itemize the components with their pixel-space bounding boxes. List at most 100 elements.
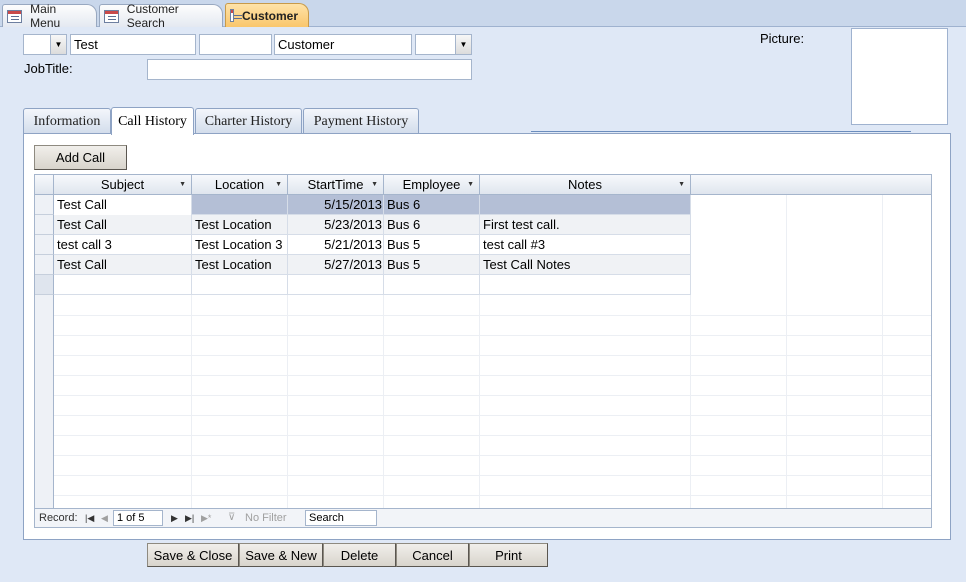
cell-location[interactable] [192, 275, 288, 295]
last-name-field[interactable]: Customer [274, 34, 412, 55]
table-row[interactable]: Test Call 5/15/2013 Bus 6 [35, 195, 691, 215]
last-record-icon[interactable]: ▶| [185, 511, 194, 525]
cell-starttime[interactable]: 5/21/2013 [288, 235, 384, 255]
cell-location[interactable]: Test Location [192, 215, 288, 235]
divider [531, 131, 911, 132]
save-close-button[interactable]: Save & Close [147, 543, 239, 567]
row-selector[interactable] [35, 215, 54, 235]
select-all-corner[interactable] [35, 175, 54, 195]
cell-notes[interactable] [480, 195, 691, 215]
chevron-down-icon[interactable]: ▼ [179, 175, 186, 195]
tab-payment-history[interactable]: Payment History [303, 108, 419, 134]
tab-information[interactable]: Information [23, 108, 111, 134]
doc-tab-main-menu[interactable]: Main Menu [2, 2, 97, 30]
tab-charter-history[interactable]: Charter History [195, 108, 302, 134]
title-combo[interactable]: ▼ [23, 34, 67, 55]
picture-frame[interactable] [851, 28, 948, 125]
cell-notes[interactable]: First test call. [480, 215, 691, 235]
cell-notes[interactable]: Test Call Notes [480, 255, 691, 275]
new-record-row[interactable] [35, 275, 691, 295]
first-name-field[interactable]: Test [70, 34, 196, 55]
grid-line [54, 455, 931, 456]
record-position-input[interactable]: 1 of 5 [113, 510, 163, 526]
delete-button[interactable]: Delete [323, 543, 396, 567]
save-new-button[interactable]: Save & New [239, 543, 323, 567]
suffix-combo[interactable]: ▼ [415, 34, 472, 55]
grid-line [786, 195, 787, 509]
tab-call-history[interactable]: Call History [111, 107, 194, 135]
grid-line [54, 435, 931, 436]
chevron-down-icon[interactable]: ▼ [50, 35, 66, 54]
chevron-down-icon[interactable]: ▼ [455, 35, 471, 54]
row-selector[interactable] [35, 195, 54, 215]
grid-line [54, 415, 931, 416]
cell-location[interactable]: Test Location [192, 255, 288, 275]
cell-subject[interactable]: test call 3 [54, 235, 192, 255]
cell-subject[interactable] [54, 275, 192, 295]
cell-employee[interactable]: Bus 5 [384, 235, 480, 255]
cell-subject[interactable]: Test Call [54, 255, 192, 275]
doc-tab-customer[interactable]: Customer [225, 3, 309, 27]
column-label: StartTime [307, 177, 364, 192]
cell-subject[interactable]: Test Call [54, 195, 192, 215]
print-button[interactable]: Print [469, 543, 548, 567]
cell-starttime[interactable]: 5/23/2013 [288, 215, 384, 235]
jobtitle-field[interactable] [147, 59, 472, 80]
previous-record-icon[interactable]: ◀ [101, 511, 108, 525]
next-record-icon[interactable]: ▶ [171, 511, 178, 525]
table-row[interactable]: Test Call Test Location 5/23/2013 Bus 6 … [35, 215, 691, 235]
filter-icon: ⊽ [228, 512, 236, 523]
grid-line [54, 495, 931, 496]
add-call-button[interactable]: Add Call [34, 145, 127, 170]
cancel-button[interactable]: Cancel [396, 543, 469, 567]
picture-label: Picture: [760, 31, 805, 46]
column-header-notes[interactable]: Notes ▼ [480, 175, 691, 195]
chevron-down-icon[interactable]: ▼ [467, 175, 474, 195]
grid-line [882, 195, 883, 509]
table-row[interactable]: Test Call Test Location 5/27/2013 Bus 5 … [35, 255, 691, 275]
table-row[interactable]: test call 3 Test Location 3 5/21/2013 Bu… [35, 235, 691, 255]
first-record-icon[interactable]: |◀ [85, 511, 94, 525]
chevron-down-icon[interactable]: ▼ [371, 175, 378, 195]
cell-starttime[interactable]: 5/15/2013 [288, 195, 384, 215]
cell-notes[interactable]: test call #3 [480, 235, 691, 255]
chevron-down-icon[interactable]: ▼ [678, 175, 685, 195]
cell-location[interactable] [192, 195, 288, 215]
doc-tab-label: Main Menu [30, 2, 61, 30]
column-label: Location [214, 177, 265, 192]
row-selector[interactable] [35, 255, 54, 275]
cell-location[interactable]: Test Location 3 [192, 235, 288, 255]
no-filter-button[interactable]: No Filter [245, 511, 287, 525]
new-record-icon[interactable]: ▶* [201, 511, 211, 525]
button-label: Cancel [412, 547, 453, 563]
button-label: Print [495, 547, 522, 563]
grid-line [54, 335, 931, 336]
grid-line [54, 475, 931, 476]
middle-name-field[interactable] [199, 34, 272, 55]
jobtitle-label: JobTitle: [24, 61, 73, 76]
cell-employee[interactable]: Bus 6 [384, 195, 480, 215]
cell-starttime[interactable]: 5/27/2013 [288, 255, 384, 275]
grid-line [54, 395, 931, 396]
search-input[interactable]: Search [305, 510, 377, 526]
column-header-employee[interactable]: Employee ▼ [384, 175, 480, 195]
cell-employee[interactable] [384, 275, 480, 295]
column-header-location[interactable]: Location ▼ [192, 175, 288, 195]
cell-subject[interactable]: Test Call [54, 215, 192, 235]
doc-tab-label: Customer [241, 8, 298, 23]
cell-employee[interactable]: Bus 6 [384, 215, 480, 235]
form-icon [230, 9, 242, 22]
column-label: Notes [568, 177, 602, 192]
row-selector[interactable] [35, 275, 54, 295]
cell-notes[interactable] [480, 275, 691, 295]
cell-starttime[interactable] [288, 275, 384, 295]
column-header-starttime[interactable]: StartTime ▼ [288, 175, 384, 195]
doc-tab-customer-search[interactable]: Customer Search [99, 2, 223, 30]
row-selector[interactable] [35, 235, 54, 255]
column-header-subject[interactable]: Subject ▼ [54, 175, 192, 195]
grid-line [54, 375, 931, 376]
add-call-label: Add Call [55, 150, 106, 165]
call-history-panel: Add Call Subject ▼ Location ▼ StartTime … [23, 133, 951, 540]
chevron-down-icon[interactable]: ▼ [275, 175, 282, 195]
cell-employee[interactable]: Bus 5 [384, 255, 480, 275]
